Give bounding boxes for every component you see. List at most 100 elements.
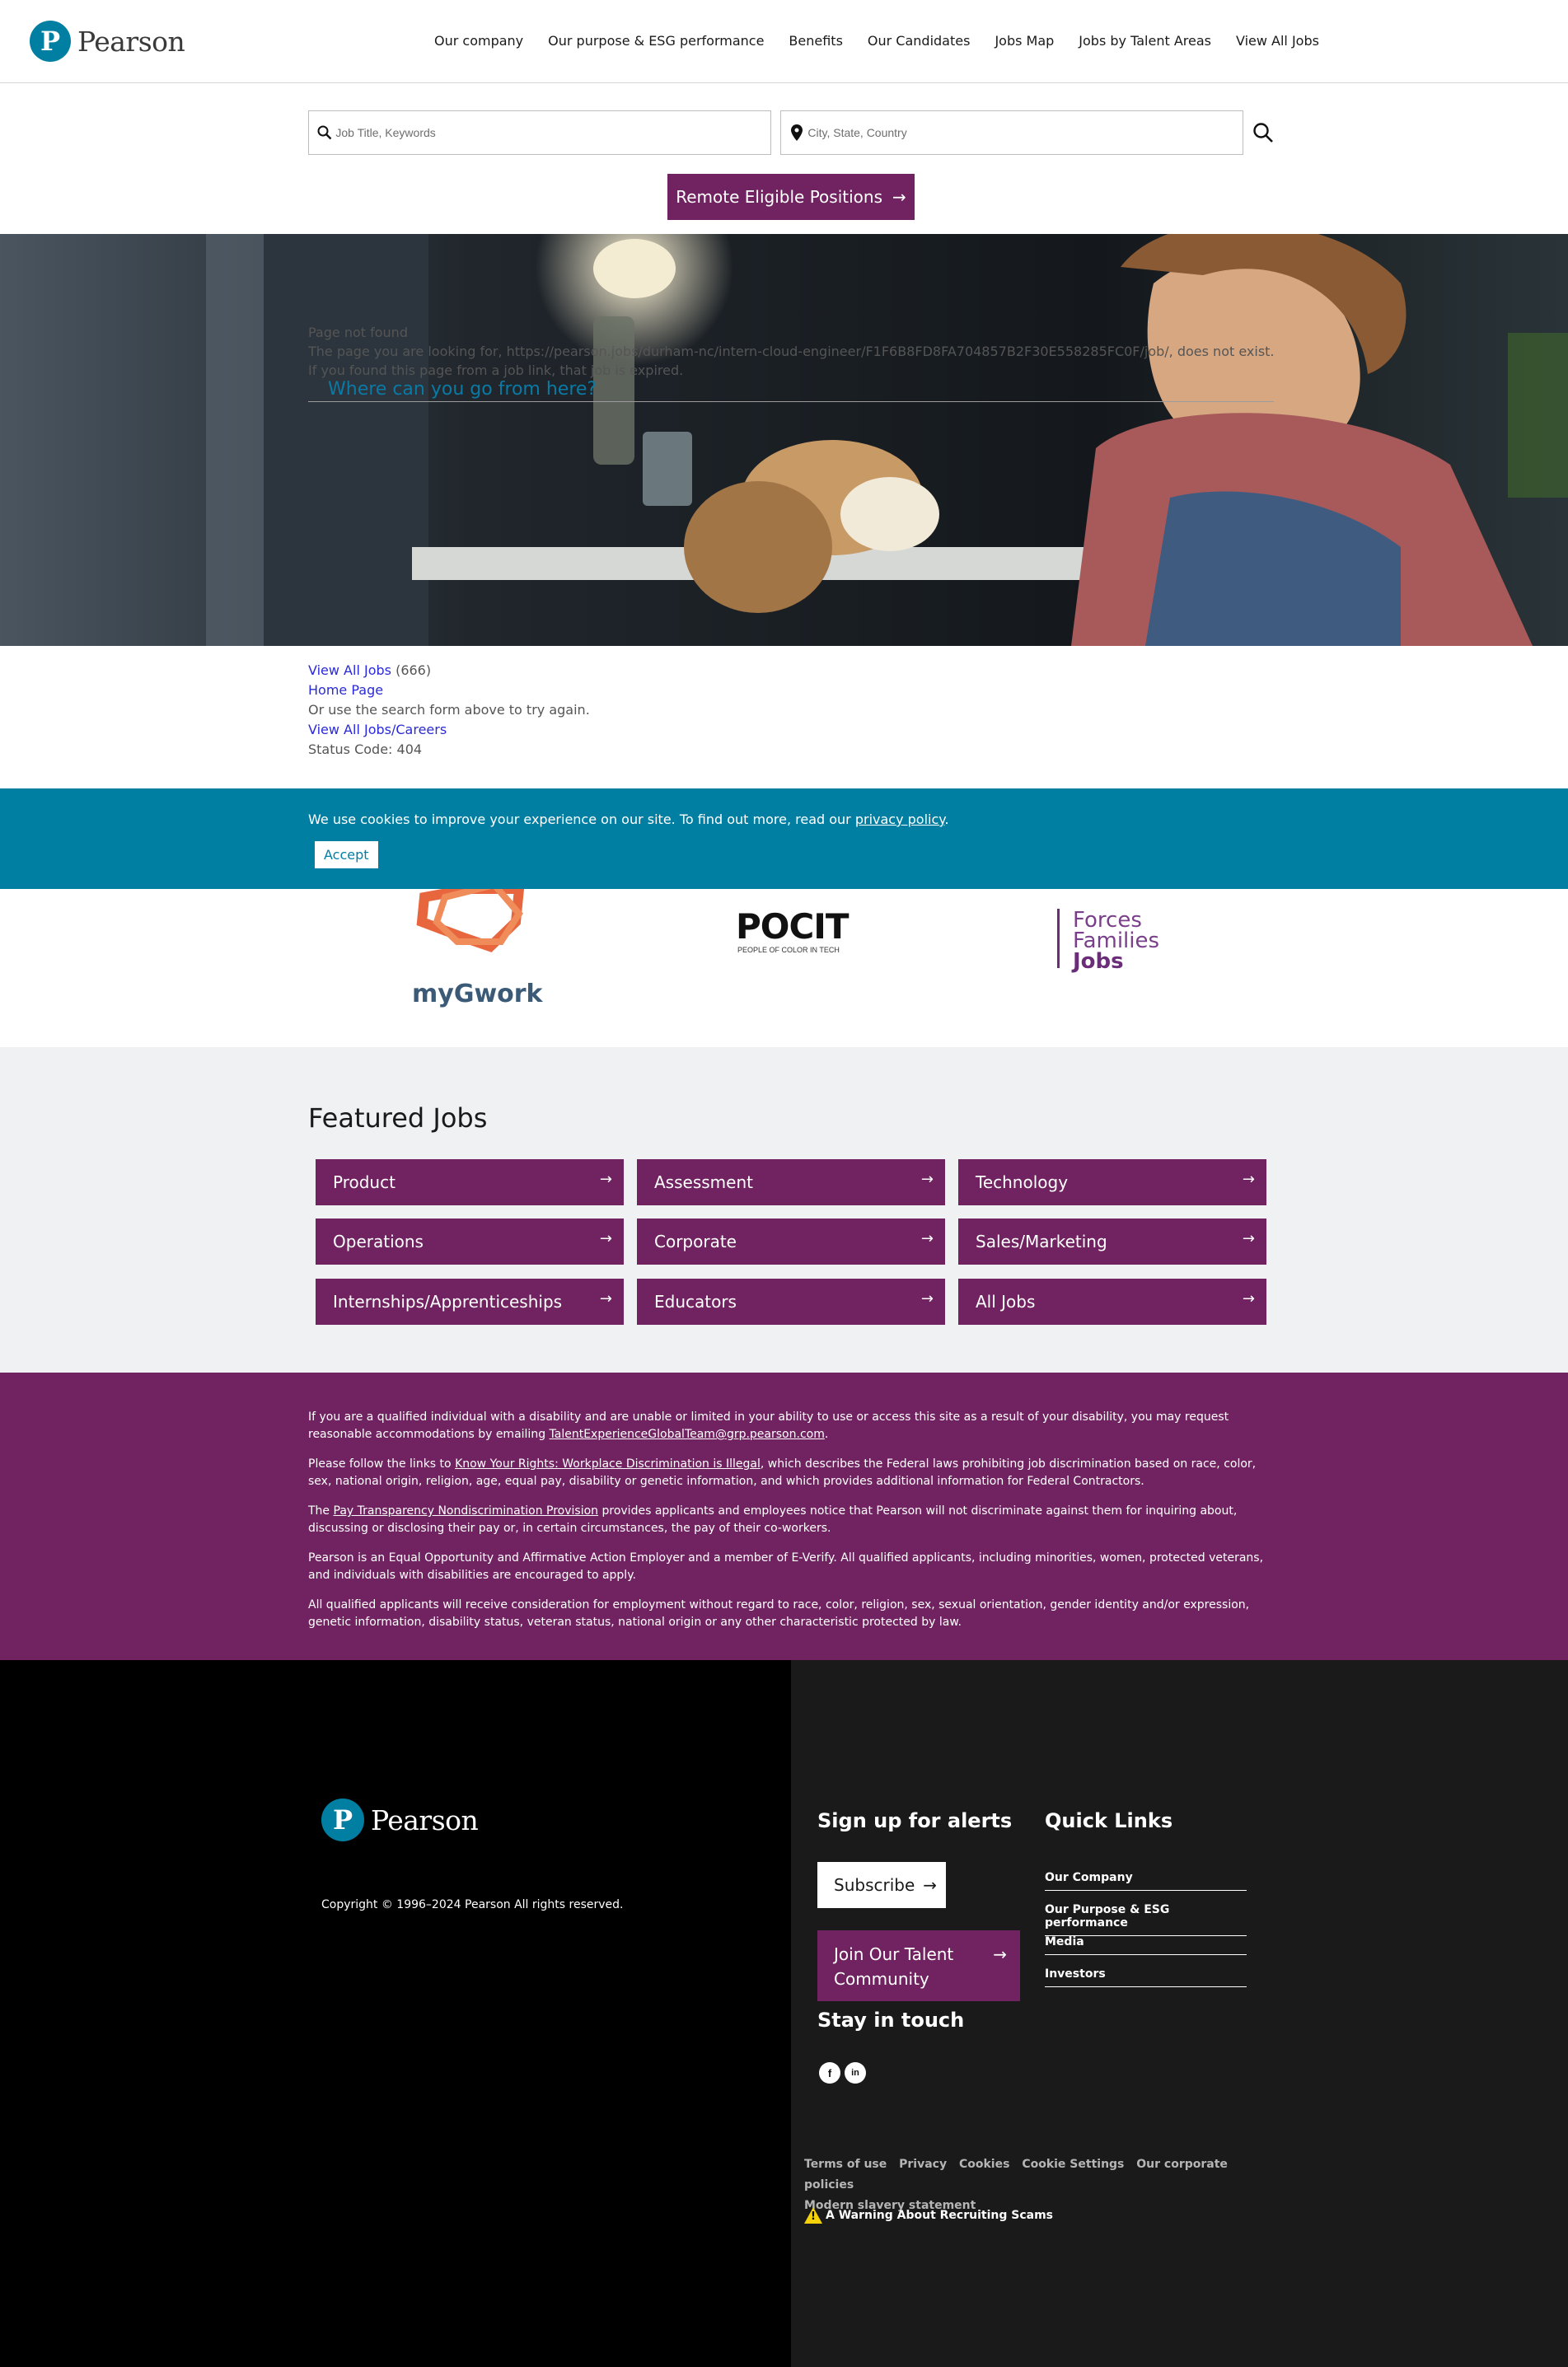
cookie-text: We use cookies to improve your experienc… (308, 812, 949, 827)
arrow-right-icon: → (1242, 1171, 1255, 1188)
nav-purpose-esg[interactable]: Our purpose & ESG performance (548, 33, 764, 49)
quick-links-title: Quick Links (1045, 1809, 1173, 1832)
hero-photo-illustration (0, 234, 1568, 646)
nav-talent-areas[interactable]: Jobs by Talent Areas (1079, 33, 1211, 49)
keyword-input[interactable] (335, 126, 770, 139)
arrow-right-icon: → (599, 1171, 612, 1188)
know-your-rights-notice: Please follow the links to Know Your Rig… (308, 1457, 1257, 1488)
search-submit-icon (1253, 123, 1273, 143)
featured-job-all-jobs[interactable]: All Jobs → (958, 1279, 1266, 1325)
privacy-link[interactable]: Privacy (899, 2158, 955, 2171)
cookies-link[interactable]: Cookies (959, 2158, 1018, 2171)
featured-job-technology[interactable]: Technology → (958, 1159, 1266, 1205)
location-input[interactable] (807, 126, 1243, 139)
privacy-policy-link[interactable]: privacy policy (855, 812, 945, 827)
main-nav: Our company Our purpose & ESG performanc… (434, 33, 1344, 49)
arrow-right-icon: → (993, 1944, 1007, 1964)
footer-logo-text: Pearson (371, 1803, 479, 1836)
hero-image (0, 234, 1568, 646)
location-field[interactable] (780, 110, 1243, 155)
nav-our-candidates[interactable]: Our Candidates (868, 33, 971, 49)
quick-link-investors[interactable]: Investors (1045, 1967, 1247, 1987)
consideration-notice: All qualified applicants will receive co… (308, 1598, 1250, 1629)
subscribe-button[interactable]: Subscribe → (817, 1862, 946, 1908)
featured-job-internships[interactable]: Internships/Apprenticeships → (316, 1279, 624, 1325)
terms-link[interactable]: Terms of use (804, 2158, 895, 2171)
svg-text:POCIT: POCIT (736, 906, 850, 947)
search-icon (314, 125, 335, 140)
arrow-right-icon: → (920, 1290, 934, 1307)
quick-link-purpose-esg[interactable]: Our Purpose & ESG performance (1045, 1903, 1247, 1936)
cookie-banner: We use cookies to improve your experienc… (0, 788, 1568, 889)
quick-link-media[interactable]: Media (1045, 1935, 1247, 1955)
home-page-link[interactable]: Home Page (308, 682, 383, 698)
warning-icon: ! (804, 2207, 822, 2224)
remote-eligible-button[interactable]: Remote Eligible Positions → (667, 174, 915, 220)
featured-jobs-section: Featured Jobs Product → Assessment → Techn… (0, 1047, 1568, 1373)
site-header: P Pearson Our company Our purpose & ESG … (0, 0, 1568, 83)
svg-text:PEOPLE OF COLOR IN TECH: PEOPLE OF COLOR IN TECH (737, 946, 840, 954)
not-found-heading: Page not found (308, 325, 408, 340)
job-search-form (308, 110, 1274, 155)
logo-text: Pearson (77, 25, 185, 58)
pearson-logo-icon: P (30, 21, 71, 62)
accommodation-notice: If you are a qualified individual with a… (308, 1410, 1229, 1441)
accept-cookies-button[interactable]: Accept (315, 841, 378, 868)
know-your-rights-link[interactable]: Know Your Rights: Workplace Discriminati… (455, 1457, 761, 1471)
page-not-found-message: Page not found The page you are looking … (308, 323, 1280, 380)
arrow-right-icon: → (892, 187, 906, 207)
cookie-settings-link[interactable]: Cookie Settings (1022, 2158, 1132, 2171)
mygwork-logo: myGwork (412, 881, 544, 1008)
footer-left (0, 1660, 791, 2367)
featured-job-product[interactable]: Product → (316, 1159, 624, 1205)
arrow-right-icon: → (599, 1290, 612, 1307)
pearson-logo[interactable]: P Pearson (30, 20, 185, 63)
arrow-right-icon: → (920, 1230, 934, 1247)
careers-link[interactable]: View All Jobs/Careers (308, 722, 447, 737)
nav-view-all-jobs[interactable]: View All Jobs (1236, 33, 1319, 49)
recruiting-scams-label: A Warning About Recruiting Scams (826, 2209, 1053, 2222)
helpful-links: View All Jobs (666) Home Page Or use the… (308, 661, 590, 760)
svg-text:myGwork: myGwork (412, 980, 544, 1008)
featured-jobs-title: Featured Jobs (308, 1102, 488, 1134)
eeo-notice: Pearson is an Equal Opportunity and Affi… (308, 1551, 1264, 1582)
signup-alerts-title: Sign up for alerts (817, 1809, 1013, 1832)
view-all-jobs-link[interactable]: View All Jobs (308, 662, 391, 678)
where-heading: Where can you go from here? (308, 379, 1274, 402)
nav-our-company[interactable]: Our company (434, 33, 523, 49)
legal-notices: If you are a qualified individual with a… (0, 1373, 1568, 1660)
pay-transparency-notice: The Pay Transparency Nondiscrimination P… (308, 1504, 1238, 1535)
linkedin-icon[interactable]: in (845, 2062, 866, 2084)
featured-job-operations[interactable]: Operations → (316, 1219, 624, 1265)
search-submit-button[interactable] (1249, 119, 1277, 147)
remote-eligible-label: Remote Eligible Positions (676, 187, 882, 207)
jobs-count: (666) (396, 662, 432, 678)
featured-job-assessment[interactable]: Assessment → (637, 1159, 945, 1205)
featured-job-sales-marketing[interactable]: Sales/Marketing → (958, 1219, 1266, 1265)
join-talent-community-button[interactable]: Join Our Talent Community → (817, 1930, 1020, 2001)
copyright: Copyright © 1996–2024 Pearson All rights… (321, 1898, 624, 1911)
keyword-field[interactable] (308, 110, 771, 155)
nav-jobs-map[interactable]: Jobs Map (995, 33, 1054, 49)
facebook-icon[interactable]: f (819, 2062, 840, 2084)
pearson-logo-icon: P (321, 1799, 364, 1841)
arrow-right-icon: → (923, 1875, 938, 1895)
not-found-line2: If you found this page from a job link, … (308, 363, 684, 378)
stay-in-touch-title: Stay in touch (817, 2009, 965, 2032)
footer-pearson-logo[interactable]: P Pearson (321, 1799, 479, 1841)
featured-job-educators[interactable]: Educators → (637, 1279, 945, 1325)
recruiting-scams-warning-link[interactable]: ! A Warning About Recruiting Scams (804, 2207, 1053, 2224)
location-pin-icon (786, 124, 807, 141)
status-code: Status Code: 404 (308, 741, 423, 757)
partner-logos: myGwork POCIT PEOPLE OF COLOR IN TECH Fo… (0, 881, 1568, 1047)
svg-text:Jobs: Jobs (1071, 949, 1124, 974)
accommodation-email-link[interactable]: TalentExperienceGlobalTeam@grp.pearson.c… (550, 1428, 825, 1441)
pay-transparency-link[interactable]: Pay Transparency Nondiscrimination Provi… (334, 1504, 599, 1518)
not-found-line1: The page you are looking for, https://pe… (308, 344, 1275, 359)
nav-benefits[interactable]: Benefits (789, 33, 843, 49)
quick-link-our-company[interactable]: Our Company (1045, 1871, 1247, 1891)
arrow-right-icon: → (920, 1171, 934, 1188)
pocit-logo: POCIT PEOPLE OF COLOR IN TECH (736, 906, 850, 954)
featured-job-corporate[interactable]: Corporate → (637, 1219, 945, 1265)
arrow-right-icon: → (1242, 1290, 1255, 1307)
